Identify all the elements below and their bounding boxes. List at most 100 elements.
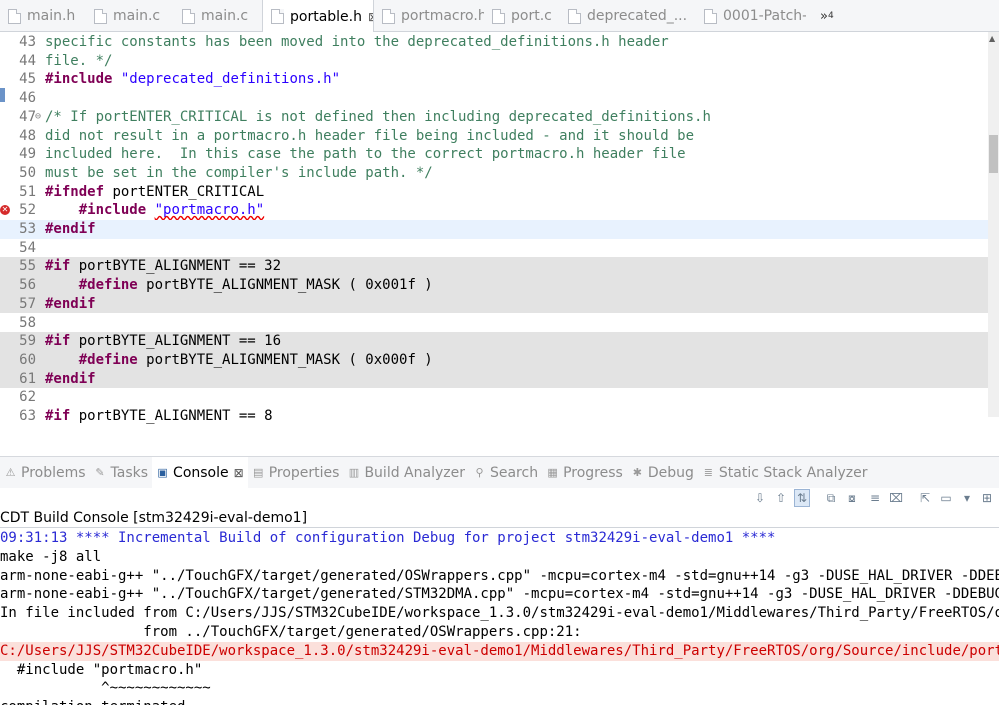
scroll-up-arrow-icon[interactable]: ▲	[989, 34, 995, 43]
console-line: make -j8 all	[0, 548, 102, 565]
tasks-icon: ✎	[95, 466, 105, 479]
code-keyword: #endif	[45, 370, 96, 387]
editor-tab-main-h[interactable]: main.h	[0, 0, 86, 32]
pin-console-icon[interactable]: ⇱	[917, 489, 933, 507]
search-icon: ⚲	[475, 466, 484, 479]
word-wrap-icon[interactable]: ≡	[867, 489, 883, 507]
code-rest: portBYTE_ALIGNMENT == 16	[70, 333, 282, 350]
code-comment: did not result in a portmacro.h header f…	[45, 127, 695, 144]
file-icon	[8, 8, 21, 24]
code-string: "deprecated_definitions.h"	[120, 71, 341, 88]
line-number: 47	[19, 108, 36, 125]
open-console-icon[interactable]: ⊞	[979, 489, 995, 507]
view-tab-properties[interactable]: ▤ Properties	[248, 457, 344, 489]
more-tabs-button[interactable]: » 4	[806, 0, 842, 32]
view-tab-label: Tasks	[110, 464, 149, 481]
code-comment: must be set in the compiler's include pa…	[45, 164, 433, 181]
code-text: #if portBYTE_ALIGNMENT == 8	[45, 407, 273, 426]
view-tab-build-analyzer[interactable]: ▥ Build Analyzer	[343, 457, 469, 489]
editor-tab-deprecated-[interactable]: deprecated_...	[560, 0, 696, 32]
view-tab-label: Problems	[21, 464, 86, 481]
view-tab-debug[interactable]: ✱ Debug	[627, 457, 698, 489]
code-keyword: #if	[45, 258, 71, 275]
code-line: 55 #if portBYTE_ALIGNMENT == 32	[0, 257, 988, 277]
line-number: 57	[19, 295, 36, 312]
line-number: 51	[19, 183, 36, 200]
editor-tab-port-c[interactable]: port.c	[484, 0, 560, 32]
file-icon	[94, 8, 107, 24]
console-line: #include "portmacro.h"	[0, 661, 203, 678]
code-line: 62	[0, 388, 988, 407]
view-tab-progress[interactable]: ▦ Progress	[542, 457, 627, 489]
copy-icon[interactable]: ⧉	[823, 489, 839, 507]
code-line: 51 #ifndef portENTER_CRITICAL	[0, 183, 988, 202]
code-line: 58	[0, 314, 988, 333]
line-number: 48	[19, 127, 36, 144]
clear-console-icon[interactable]: ⌧	[888, 489, 904, 507]
code-keyword: #endif	[45, 221, 96, 237]
code-line: 43 specific constants has been moved into…	[0, 33, 988, 52]
line-number: 50	[19, 164, 36, 181]
view-tab-label: Console	[173, 464, 229, 481]
code-text: specific constants has been moved into t…	[45, 33, 669, 52]
view-tab-label: Progress	[563, 464, 623, 481]
view-tab-label: Debug	[647, 464, 694, 481]
line-number: 49	[19, 146, 36, 163]
code-text: file. */	[45, 52, 112, 71]
properties-icon: ▤	[252, 466, 264, 479]
file-icon	[704, 8, 717, 24]
error-marker-icon: ✕	[0, 205, 10, 216]
code-editor[interactable]: 43 specific constants has been moved into…	[0, 32, 999, 430]
code-keyword: #define	[78, 351, 138, 368]
dropdown-icon[interactable]: ▾	[959, 489, 975, 507]
stack-analyzer-icon: ≣	[703, 466, 713, 479]
editor-tab-label: main.h	[27, 8, 76, 24]
editor-vertical-scrollbar[interactable]: ▲	[988, 32, 999, 417]
code-keyword: #if	[45, 333, 71, 350]
view-tab-console[interactable]: ▣ Console ⊠	[152, 456, 248, 489]
view-tab-static-stack-analyzer[interactable]: ≣ Static Stack Analyzer	[698, 457, 872, 489]
code-text: #endif	[45, 370, 96, 389]
console-line: arm-none-eabi-g++ "../TouchGFX/target/ge…	[0, 567, 999, 584]
scroll-lock-icon[interactable]: ⇅	[794, 489, 810, 507]
console-line: arm-none-eabi-g++ "../TouchGFX/target/ge…	[0, 586, 999, 603]
code-line: 59 #if portBYTE_ALIGNMENT == 16	[0, 332, 988, 351]
code-keyword: #define	[78, 277, 138, 294]
code-line: 53 #endif	[0, 220, 988, 239]
view-tab-search[interactable]: ⚲ Search	[469, 457, 542, 489]
scroll-down-icon[interactable]: ⇩	[752, 489, 768, 507]
view-tab-tasks[interactable]: ✎ Tasks	[90, 457, 153, 489]
editor-tab-main-c[interactable]: main.c	[86, 0, 174, 32]
code-line: 57 #endif	[0, 294, 988, 314]
paste-icon[interactable]: ⧇	[844, 489, 860, 507]
file-icon	[568, 8, 581, 24]
editor-vertical-scrollbar-thumb[interactable]	[989, 135, 998, 173]
view-tab-label: Static Stack Analyzer	[718, 464, 868, 481]
editor-tab-portable-h[interactable]: portable.h⊠	[262, 0, 374, 33]
editor-tab-0001-patch-f-[interactable]: 0001-Patch-f...	[696, 0, 806, 32]
editor-tab-label: portable.h	[290, 8, 362, 25]
close-view-icon[interactable]: ⊠	[234, 466, 244, 480]
scroll-up-icon[interactable]: ⇧	[773, 489, 789, 507]
display-console-icon[interactable]: ▭	[938, 489, 954, 507]
file-icon	[382, 8, 395, 24]
code-text: did not result in a portmacro.h header f…	[45, 127, 694, 146]
line-number: 52	[19, 202, 36, 219]
code-rest: portBYTE_ALIGNMENT == 8	[70, 408, 273, 424]
code-text: #ifndef portENTER_CRITICAL	[45, 183, 264, 202]
view-tab-bar: ⚠ Problems ✎ Tasks ▣ Console ⊠ ▤ Properties ▥ Buil…	[0, 456, 999, 489]
editor-tab-label: port.c	[511, 8, 552, 24]
fold-collapse-icon[interactable]: ⊖	[35, 108, 41, 127]
editor-tab-main-c[interactable]: main.c	[174, 0, 262, 32]
view-tab-label: Build Analyzer	[364, 464, 465, 481]
console-line: ^~~~~~~~~~~~~	[0, 680, 211, 697]
editor-tab-portmacro-h[interactable]: portmacro.h	[374, 0, 484, 32]
view-tab-problems[interactable]: ⚠ Problems	[0, 457, 90, 489]
file-icon	[271, 9, 284, 24]
chevron-double-right-icon: »	[820, 8, 828, 24]
build-analyzer-icon: ▥	[348, 466, 360, 479]
console-output[interactable]: 09:31:13 **** Incremental Build of confi…	[0, 528, 999, 705]
console-toolbar: ⇩ ⇧ ⇅ ⧉ ⧇ ≡ ⌧ ⇱ ▭ ▾ ⊞	[0, 488, 999, 508]
editor-tab-label: portmacro.h	[401, 8, 484, 24]
line-number: 62	[19, 389, 36, 406]
